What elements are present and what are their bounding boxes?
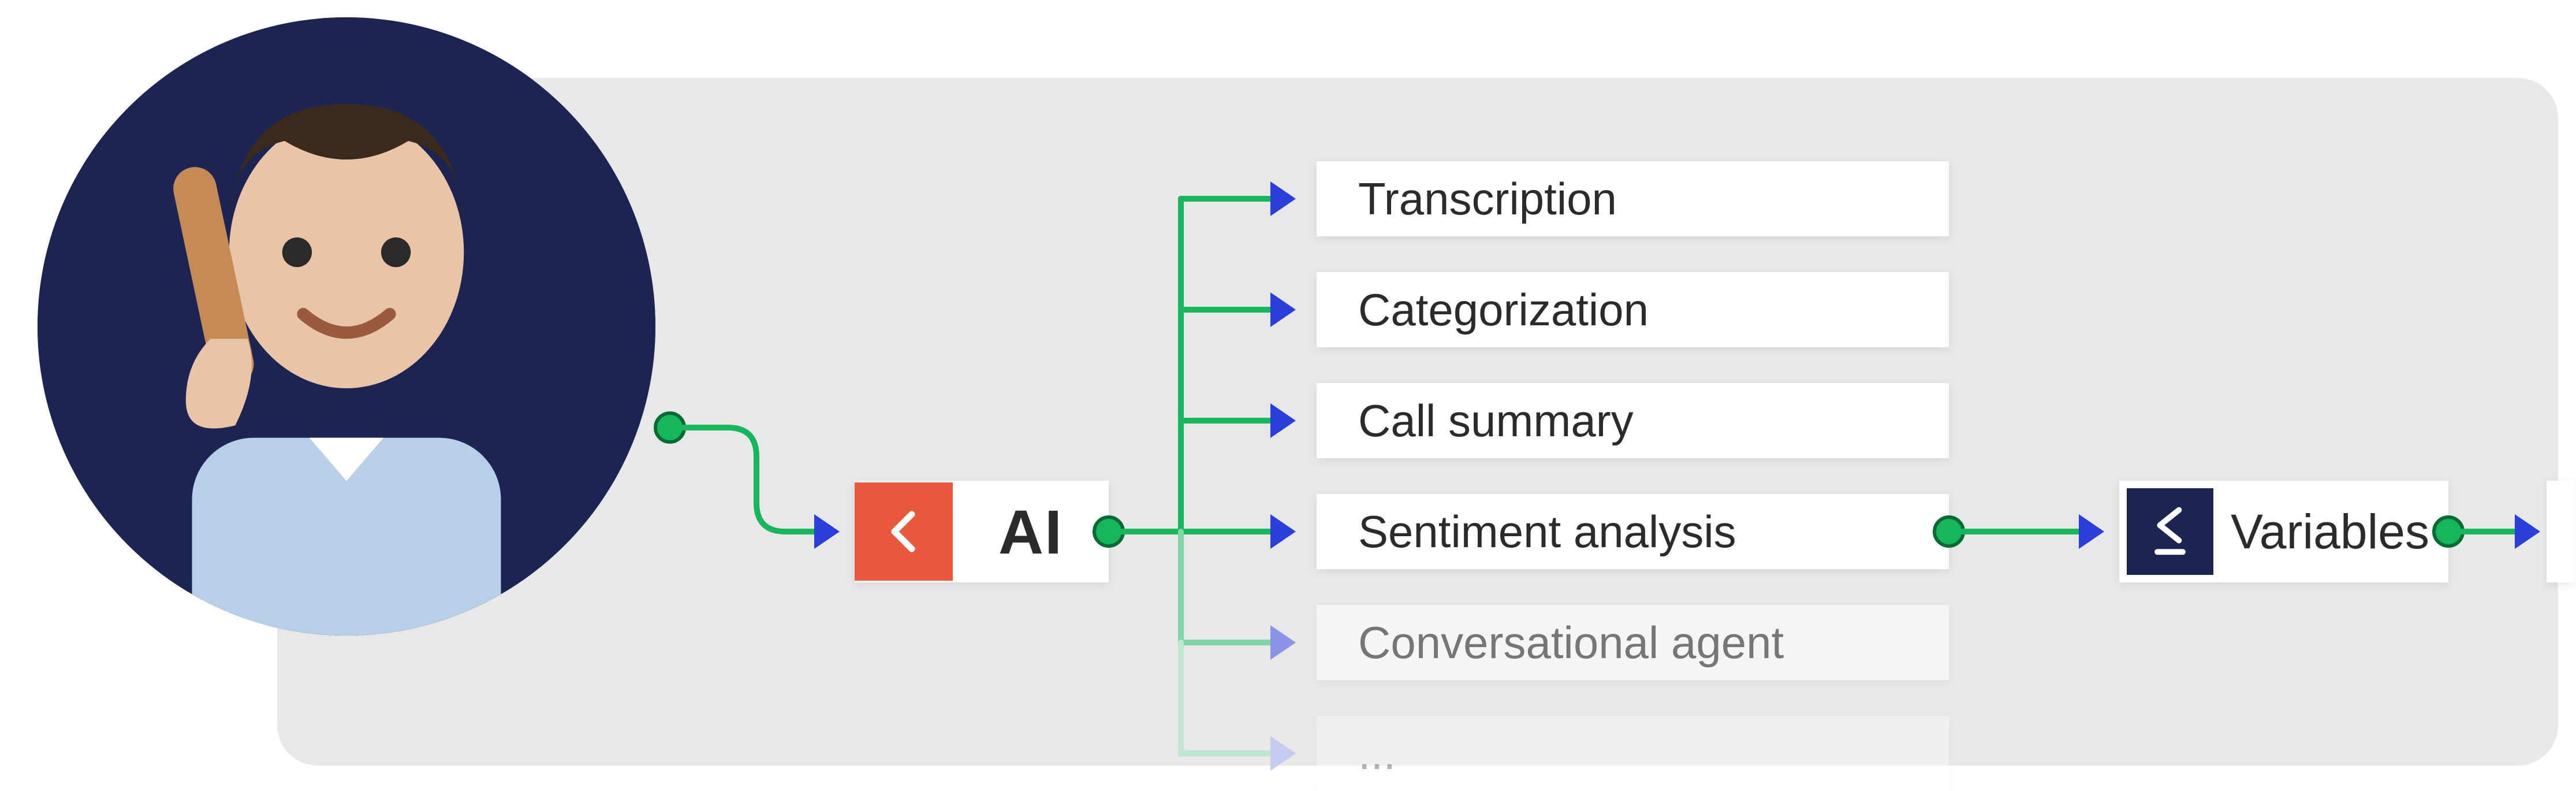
arrow-icon [1270, 625, 1296, 660]
feature-label: Conversational agent [1341, 620, 1784, 665]
ai-node-icon [855, 482, 953, 581]
arrow-icon [1270, 181, 1296, 216]
diagram-canvas: AI Transcription Categorization Call sum… [0, 0, 2576, 791]
feature-node: Call summary [1317, 383, 1949, 458]
connector-line [2448, 529, 2518, 534]
arrow-icon [2079, 514, 2104, 549]
feature-label: Call summary [1341, 398, 1634, 443]
feature-node: Categorization [1317, 272, 1949, 347]
ai-node: AI [855, 481, 1109, 582]
feature-node-faded: Conversational agent [1317, 605, 1949, 680]
ai-node-label: AI [953, 496, 1109, 568]
connector-dot [1093, 515, 1125, 548]
feature-label: Sentiment analysis [1341, 509, 1736, 554]
variables-node: Variables [2119, 481, 2448, 582]
arrow-icon [1270, 736, 1296, 771]
arrow-icon [2515, 514, 2540, 549]
feature-label: Transcription [1341, 176, 1617, 221]
feature-label: Categorization [1341, 287, 1649, 332]
connector-line [1949, 529, 2082, 534]
arrow-icon [1270, 514, 1296, 549]
arrow-icon [814, 514, 840, 549]
caller-avatar [38, 17, 655, 636]
variables-node-icon [2127, 488, 2213, 575]
feature-node-faded: ... [1317, 716, 1949, 791]
feature-node: Sentiment analysis [1317, 494, 1949, 569]
feature-node: Transcription [1317, 161, 1949, 236]
feature-label: ... [1341, 731, 1396, 776]
connector-dot [654, 411, 686, 444]
continuation-node [2547, 481, 2575, 582]
variables-node-label: Variables [2213, 507, 2429, 556]
arrow-icon [1270, 292, 1296, 327]
arrow-icon [1270, 403, 1296, 438]
